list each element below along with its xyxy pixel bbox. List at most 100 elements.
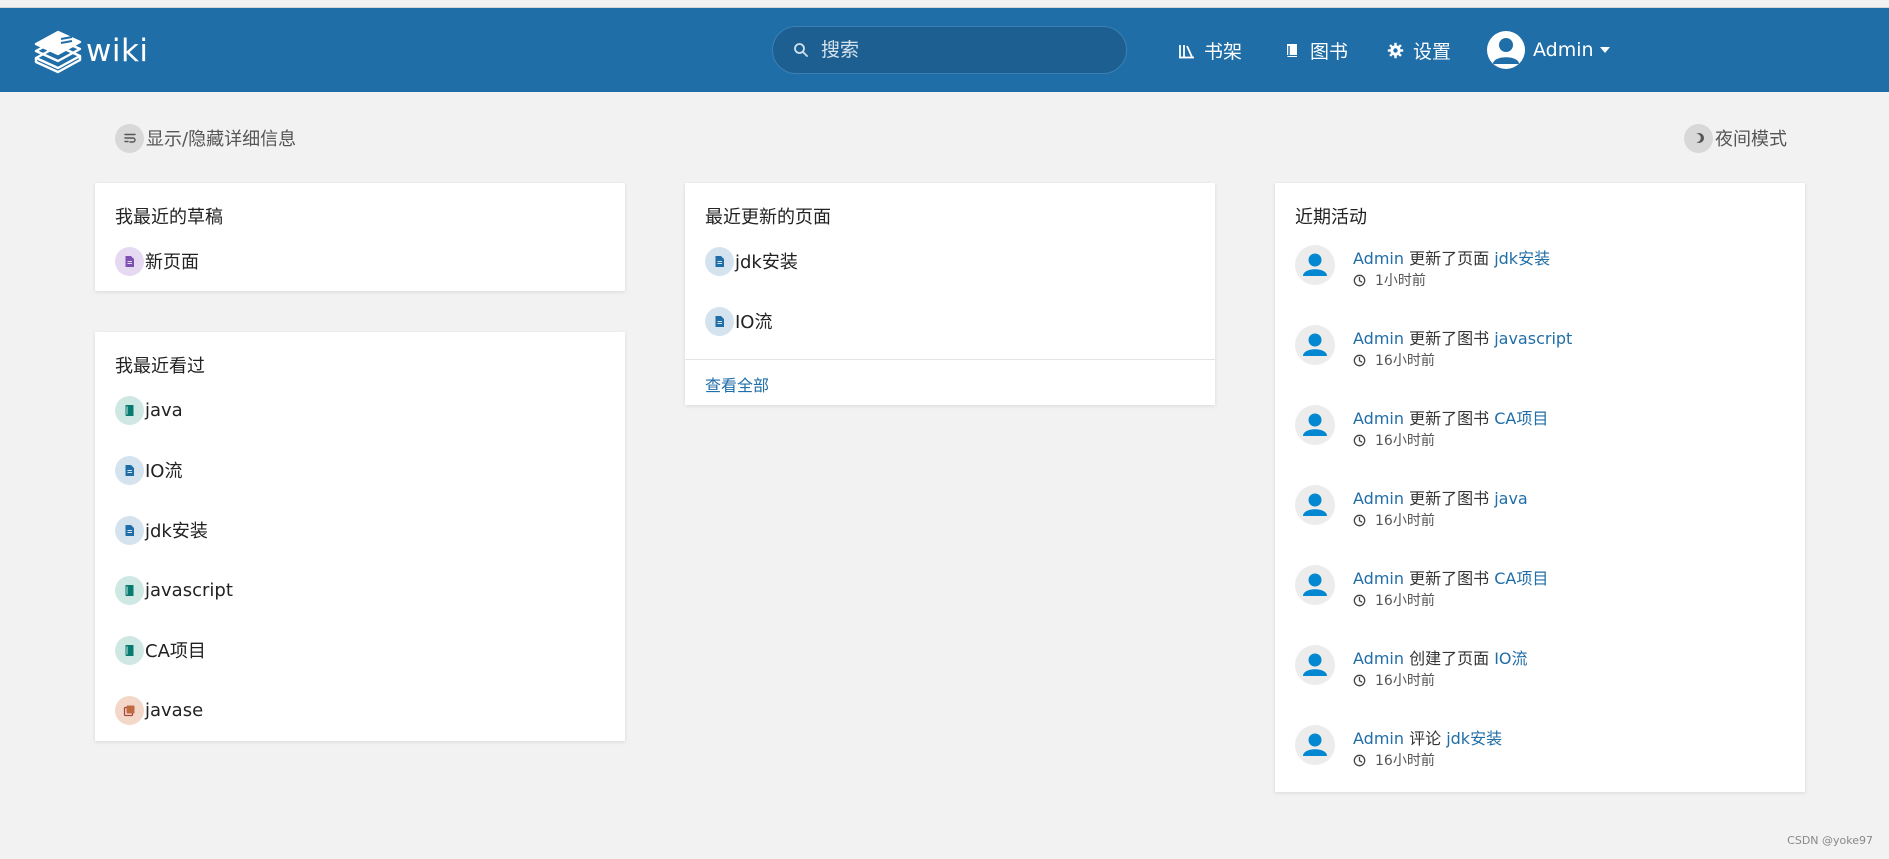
nav-settings-link[interactable]: 设置: [1387, 34, 1451, 66]
recently-updated-card: 最近更新的页面 jdk安装 IO流 查看全部: [685, 183, 1215, 405]
card-divider: [685, 359, 1215, 360]
user-avatar: [1295, 325, 1335, 365]
activity-user-link[interactable]: Admin: [1353, 409, 1404, 428]
activity-text: Admin 更新了图书 java: [1353, 485, 1528, 509]
chevron-down-icon: [1599, 47, 1610, 53]
clock-icon: [1353, 514, 1375, 527]
search-input[interactable]: [821, 39, 1101, 61]
logo-text: wiki: [86, 33, 149, 69]
toggle-details-button[interactable]: 显示/隐藏详细信息: [115, 122, 296, 154]
nav-shelves-link[interactable]: 书架: [1178, 34, 1242, 66]
viewed-item[interactable]: javase: [115, 695, 203, 725]
watermark: CSDN @yoke97: [1787, 834, 1873, 847]
activity-action: 评论: [1409, 729, 1442, 748]
activity-text: Admin 更新了图书 CA项目: [1353, 405, 1548, 429]
viewed-item[interactable]: CA项目: [115, 635, 206, 665]
draft-page-icon: [115, 246, 144, 276]
user-avatar: [1295, 645, 1335, 685]
details-toggle-icon: [115, 123, 144, 153]
person-icon: [1295, 325, 1335, 365]
activity-item: Admin 更新了图书 javascript 16小时前: [1295, 325, 1785, 381]
window-top-edge: [0, 0, 1889, 8]
recent-activity-card: 近期活动 Admin 更新了页面 jdk安装 1小时前 Admin 更新了图书 ja…: [1275, 183, 1805, 792]
person-icon: [1295, 405, 1335, 445]
night-mode-label: 夜间模式: [1715, 129, 1787, 150]
logo[interactable]: wiki: [32, 28, 149, 74]
activity-item: Admin 创建了页面 IO流 16小时前: [1295, 645, 1785, 701]
activity-target-link[interactable]: jdk安装: [1494, 249, 1550, 268]
user-avatar: [1487, 31, 1525, 69]
recently-viewed-card: 我最近看过 java IO流 jdk安装 javascript CA项目 jav…: [95, 332, 625, 741]
activity-item: Admin 更新了图书 CA项目 16小时前: [1295, 405, 1785, 461]
clock-icon: [1353, 434, 1375, 447]
view-all-link[interactable]: 查看全部: [705, 372, 769, 396]
book-icon: [115, 635, 144, 665]
activity-target-link[interactable]: jdk安装: [1446, 729, 1502, 748]
activity-target-link[interactable]: CA项目: [1494, 409, 1548, 428]
viewed-item[interactable]: jdk安装: [115, 515, 208, 545]
book-stack-icon: [34, 30, 82, 74]
activity-time: 16小时前: [1353, 750, 1435, 770]
activity-target-link[interactable]: javascript: [1494, 329, 1572, 348]
activity-action: 更新了图书: [1409, 489, 1490, 508]
activity-user-link[interactable]: Admin: [1353, 649, 1404, 668]
bookshelf-icon: [115, 695, 144, 725]
activity-time-text: 16小时前: [1375, 353, 1435, 369]
recently-updated-title: 最近更新的页面: [705, 207, 831, 228]
viewed-item-label: java: [145, 399, 183, 421]
person-icon: [1295, 725, 1335, 765]
activity-item: Admin 更新了页面 jdk安装 1小时前: [1295, 245, 1785, 301]
nav-books-label: 图书: [1310, 40, 1349, 63]
activity-text: Admin 更新了页面 jdk安装: [1353, 245, 1550, 269]
activity-text: Admin 更新了图书 CA项目: [1353, 565, 1548, 589]
activity-time: 16小时前: [1353, 590, 1435, 610]
bookshelf-icon: [1179, 44, 1194, 58]
activity-time-text: 16小时前: [1375, 673, 1435, 689]
activity-time-text: 16小时前: [1375, 593, 1435, 609]
nav-books-link[interactable]: 图书: [1284, 34, 1348, 66]
updated-page-item[interactable]: jdk安装: [705, 246, 798, 276]
gear-icon: [1387, 42, 1404, 58]
recent-drafts-title: 我最近的草稿: [115, 207, 223, 228]
activity-user-link[interactable]: Admin: [1353, 329, 1404, 348]
activity-text: Admin 创建了页面 IO流: [1353, 645, 1528, 669]
activity-time: 16小时前: [1353, 430, 1435, 450]
user-menu[interactable]: Admin: [1487, 28, 1610, 72]
activity-user-link[interactable]: Admin: [1353, 729, 1404, 748]
draft-item[interactable]: 新页面: [115, 246, 199, 276]
recently-viewed-title: 我最近看过: [115, 356, 205, 377]
viewed-item[interactable]: IO流: [115, 455, 182, 485]
person-icon: [1295, 565, 1335, 605]
page-icon: [705, 306, 734, 336]
activity-target-link[interactable]: java: [1494, 489, 1528, 508]
viewed-item-label: javascript: [145, 579, 233, 601]
activity-time: 1小时前: [1353, 270, 1426, 290]
night-mode-button[interactable]: 夜间模式: [1684, 122, 1787, 154]
toggle-details-label: 显示/隐藏详细信息: [146, 129, 297, 150]
viewed-item[interactable]: java: [115, 395, 183, 425]
activity-target-link[interactable]: IO流: [1494, 649, 1527, 668]
activity-user-link[interactable]: Admin: [1353, 489, 1404, 508]
nav-settings-label: 设置: [1413, 40, 1452, 63]
activity-target-link[interactable]: CA项目: [1494, 569, 1548, 588]
activity-time: 16小时前: [1353, 510, 1435, 530]
book-icon: [115, 575, 144, 605]
activity-text: Admin 评论 jdk安装: [1353, 725, 1502, 749]
clock-icon: [1353, 754, 1375, 767]
recent-activity-title: 近期活动: [1295, 207, 1367, 228]
activity-user-link[interactable]: Admin: [1353, 569, 1404, 588]
clock-icon: [1353, 674, 1375, 687]
updated-page-label: jdk安装: [735, 252, 798, 273]
activity-user-link[interactable]: Admin: [1353, 249, 1404, 268]
person-icon: [1295, 645, 1335, 685]
activity-time-text: 16小时前: [1375, 753, 1435, 769]
search-icon: [794, 43, 808, 57]
updated-page-item[interactable]: IO流: [705, 306, 772, 336]
user-avatar: [1295, 245, 1335, 285]
recent-drafts-card: 我最近的草稿 新页面: [95, 183, 625, 291]
clock-icon: [1353, 594, 1375, 607]
viewed-item[interactable]: javascript: [115, 575, 233, 605]
page-icon: [115, 455, 144, 485]
search-box[interactable]: [772, 26, 1127, 74]
activity-action: 更新了图书: [1409, 409, 1490, 428]
